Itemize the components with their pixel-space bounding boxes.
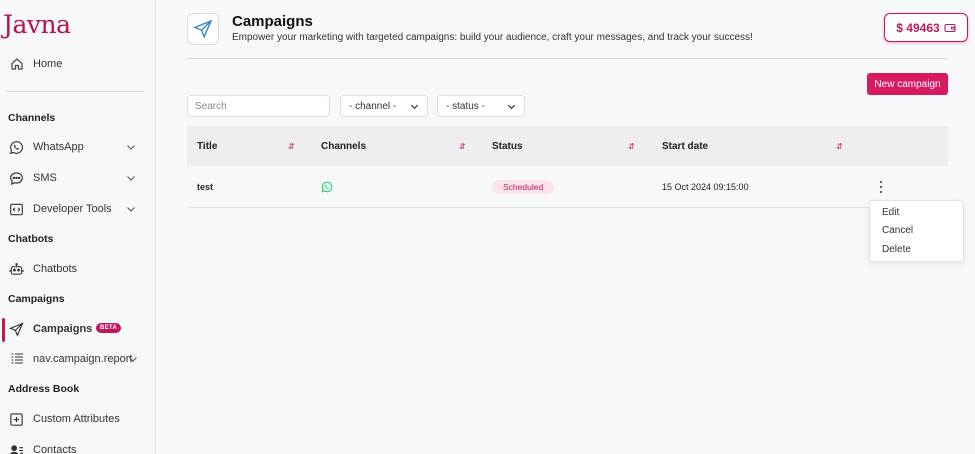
code-icon [8,201,25,218]
wallet-icon [944,23,956,32]
sidebar-item-label: nav.campaign.report [33,353,133,365]
chat-bubble-icon [8,170,25,187]
sidebar-item-label: Campaigns [33,323,93,335]
sidebar-item-home[interactable]: Home [0,51,150,77]
sort-icon[interactable]: ⇵ [459,142,466,151]
beta-badge: BETA [96,323,122,333]
paper-plane-icon [8,321,25,338]
sidebar-item-contacts[interactable]: Contacts [0,437,150,454]
column-header-status[interactable]: Status [492,141,523,152]
sidebar-item-label: Home [33,58,63,70]
chevron-down-icon [507,104,516,110]
search-input[interactable] [187,95,330,117]
robot-icon [8,261,25,278]
sort-icon[interactable]: ⇵ [628,142,635,151]
section-heading-address-book: Address Book [8,383,80,395]
column-header-channels[interactable]: Channels [321,141,366,152]
chevron-down-icon[interactable] [126,142,136,152]
more-actions-icon[interactable] [879,181,883,193]
column-header-start-date[interactable]: Start date [662,141,708,152]
menu-item-delete[interactable]: Delete [882,244,911,255]
channel-filter-select[interactable]: - channel - [340,95,428,117]
status-filter-select[interactable]: - status - [437,95,525,117]
chevron-down-icon[interactable] [126,173,136,183]
column-header-title[interactable]: Title [197,141,217,152]
menu-item-edit[interactable]: Edit [882,207,899,218]
sidebar-item-label: SMS [33,172,57,184]
sidebar-item-label: Custom Attributes [33,413,120,425]
chevron-down-icon[interactable] [126,204,136,214]
sidebar-item-label: Contacts [33,444,77,454]
table-row[interactable]: test Scheduled 15 Oct 2024 09:15:00 [187,166,948,208]
list-icon [8,351,25,368]
whatsapp-icon [321,181,333,195]
sidebar-item-label: Chatbots [33,263,78,275]
section-heading-campaigns: Campaigns [8,293,65,305]
chevron-down-icon [410,104,419,110]
sidebar: Javna Home Channels WhatsApp SMS Develop… [0,0,156,454]
sidebar-item-custom-attributes[interactable]: Custom Attributes [0,406,150,432]
sidebar-divider [6,91,144,92]
whatsapp-icon [8,139,25,156]
row-actions-menu: Edit Cancel Delete [869,200,964,262]
header-divider [187,58,948,59]
sidebar-item-label: WhatsApp [33,141,84,153]
sidebar-item-campaigns[interactable]: Campaigns BETA [0,316,150,342]
start-date: 15 Oct 2024 09:15:00 [662,182,749,192]
status-badge: Scheduled [492,180,555,194]
menu-item-cancel[interactable]: Cancel [882,225,913,236]
paper-plane-icon [193,19,213,39]
page-subtitle: Empower your marketing with targeted cam… [232,32,753,43]
sort-icon[interactable]: ⇵ [836,142,843,151]
contacts-icon [8,442,25,454]
status-filter-value: - status - [446,100,485,112]
sidebar-item-whatsapp[interactable]: WhatsApp [0,134,150,160]
balance-amount: $ 49463 [896,20,940,35]
sort-icon[interactable]: ⇵ [288,142,295,151]
channel-filter-value: - channel - [349,100,397,112]
home-icon [8,56,25,73]
page-title: Campaigns [232,13,313,30]
table-header: Title ⇵ Channels ⇵ Status ⇵ Start date ⇵ [187,126,948,166]
sidebar-item-sms[interactable]: SMS [0,165,150,191]
add-attribute-icon [8,411,25,428]
new-campaign-button[interactable]: New campaign [867,73,948,95]
section-heading-channels: Channels [8,112,56,124]
sidebar-item-developer-tools[interactable]: Developer Tools [0,196,150,222]
page-icon [187,13,219,45]
sidebar-item-campaign-report[interactable]: nav.campaign.report [0,346,150,372]
chevron-down-icon[interactable] [128,354,138,364]
balance-button[interactable]: $ 49463 [884,13,968,42]
sidebar-item-chatbots[interactable]: Chatbots [0,256,150,282]
logo[interactable]: Javna [3,10,71,39]
campaign-title: test [197,182,214,192]
section-heading-chatbots: Chatbots [8,233,54,245]
sidebar-item-label: Developer Tools [33,203,112,215]
